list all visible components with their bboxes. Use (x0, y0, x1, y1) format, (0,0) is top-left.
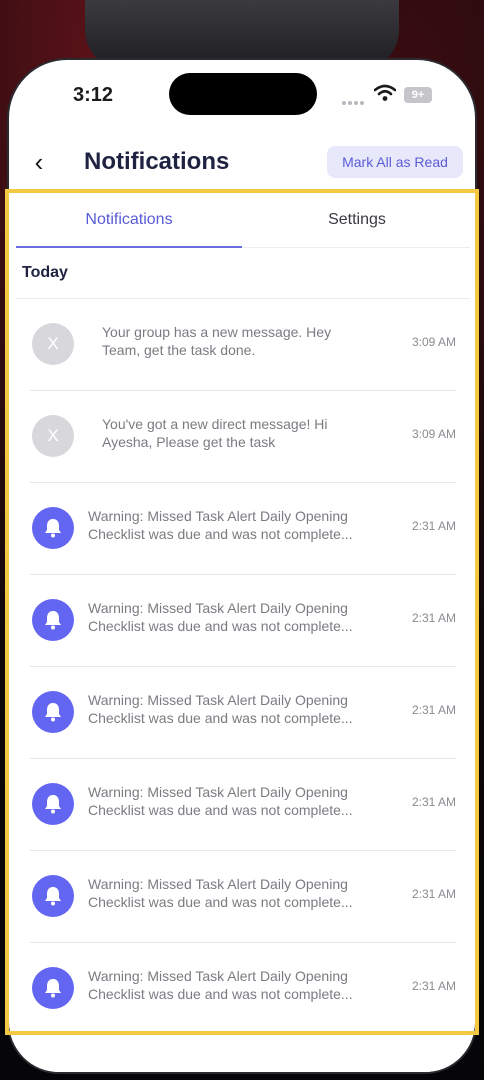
notification-text: You've got a new direct message! Hi Ayes… (102, 415, 357, 451)
bell-icon (45, 795, 61, 814)
notification-line-2: Checklist was due and was not complete..… (88, 710, 353, 726)
notification-item[interactable]: Warning: Missed Task Alert Daily Opening… (30, 943, 456, 1031)
notification-text: Warning: Missed Task Alert Daily Opening… (88, 967, 384, 1003)
notification-line-1: You've got a new direct message! Hi (102, 416, 328, 432)
notification-text: Warning: Missed Task Alert Daily Opening… (88, 783, 384, 819)
mark-all-read-button[interactable]: Mark All as Read (327, 146, 463, 178)
notification-time: 2:31 AM (411, 979, 456, 993)
section-title: Today (16, 248, 470, 299)
tab-bar: Notifications Settings (16, 193, 470, 248)
back-button[interactable]: ‹ (27, 144, 51, 180)
notification-text: Warning: Missed Task Alert Daily Opening… (88, 507, 384, 543)
notification-line-1: Warning: Missed Task Alert Daily Opening (88, 876, 348, 892)
notification-line-1: Your group has a new message. Hey (102, 324, 332, 340)
notification-time: 3:09 AM (411, 335, 456, 349)
status-bar: 3:12 9+ (9, 60, 475, 130)
notification-item[interactable]: Warning: Missed Task Alert Daily Opening… (30, 575, 456, 667)
wifi-icon (373, 84, 397, 107)
notification-time: 2:31 AM (411, 887, 456, 901)
user-initial-avatar: X (32, 323, 74, 365)
notification-time: 2:31 AM (411, 703, 456, 717)
active-tab-indicator (16, 246, 242, 248)
notification-time: 2:31 AM (411, 795, 456, 809)
notification-line-2: Checklist was due and was not complete..… (88, 986, 353, 1002)
notification-item[interactable]: Warning: Missed Task Alert Daily Opening… (30, 667, 456, 759)
bell-icon (45, 887, 61, 906)
user-initial-avatar: X (32, 415, 74, 457)
notification-line-2: Checklist was due and was not complete..… (88, 618, 353, 634)
notification-line-1: Warning: Missed Task Alert Daily Opening (88, 968, 348, 984)
notification-avatar (32, 507, 74, 549)
notification-text: Warning: Missed Task Alert Daily Opening… (88, 691, 384, 727)
notification-item[interactable]: Warning: Missed Task Alert Daily Opening… (30, 851, 456, 943)
notification-avatar (32, 875, 74, 917)
notification-avatar (32, 599, 74, 641)
notification-avatar (32, 783, 74, 825)
notification-line-2: Checklist was due and was not complete..… (88, 802, 353, 818)
notification-time: 3:09 AM (411, 427, 456, 441)
notification-line-1: Warning: Missed Task Alert Daily Opening (88, 784, 348, 800)
tab-settings[interactable]: Settings (244, 193, 470, 247)
bell-icon (45, 519, 61, 538)
page-title: Notifications (84, 148, 230, 175)
notification-time: 2:31 AM (411, 611, 456, 625)
signal-icon (342, 92, 366, 110)
notification-item[interactable]: X You've got a new direct message! Hi Ay… (30, 391, 456, 483)
notification-item[interactable]: Warning: Missed Task Alert Daily Opening… (30, 759, 456, 851)
notification-text: Warning: Missed Task Alert Daily Opening… (88, 599, 384, 635)
notification-line-2: Ayesha, Please get the task (102, 434, 276, 450)
notification-avatar (32, 691, 74, 733)
notification-time: 2:31 AM (411, 519, 456, 533)
status-time: 3:12 (73, 84, 114, 106)
battery-icon: 9+ (404, 87, 432, 103)
bell-icon (45, 979, 61, 998)
tab-notifications[interactable]: Notifications (16, 193, 242, 247)
notification-list: X Your group has a new message. Hey Team… (16, 299, 470, 1031)
bottom-bar (9, 1032, 475, 1072)
notifications-panel: Notifications Settings Today X Your grou… (16, 193, 470, 1031)
notification-line-2: Checklist was due and was not complete..… (88, 526, 353, 542)
notification-item[interactable]: X Your group has a new message. Hey Team… (30, 299, 456, 391)
header: ‹ Notifications Mark All as Read (9, 138, 475, 188)
notification-text: Warning: Missed Task Alert Daily Opening… (88, 875, 384, 911)
bell-icon (45, 611, 61, 630)
notification-line-1: Warning: Missed Task Alert Daily Opening (88, 692, 348, 708)
notification-line-1: Warning: Missed Task Alert Daily Opening (88, 600, 348, 616)
notification-line-1: Warning: Missed Task Alert Daily Opening (88, 508, 348, 524)
notification-text: Your group has a new message. Hey Team, … (102, 323, 357, 359)
notification-item[interactable]: Warning: Missed Task Alert Daily Opening… (30, 483, 456, 575)
notification-avatar (32, 967, 74, 1009)
notification-line-2: Checklist was due and was not complete..… (88, 894, 353, 910)
notification-line-2: Team, get the task done. (102, 342, 256, 358)
dynamic-island (169, 73, 317, 115)
bell-icon (45, 703, 61, 722)
